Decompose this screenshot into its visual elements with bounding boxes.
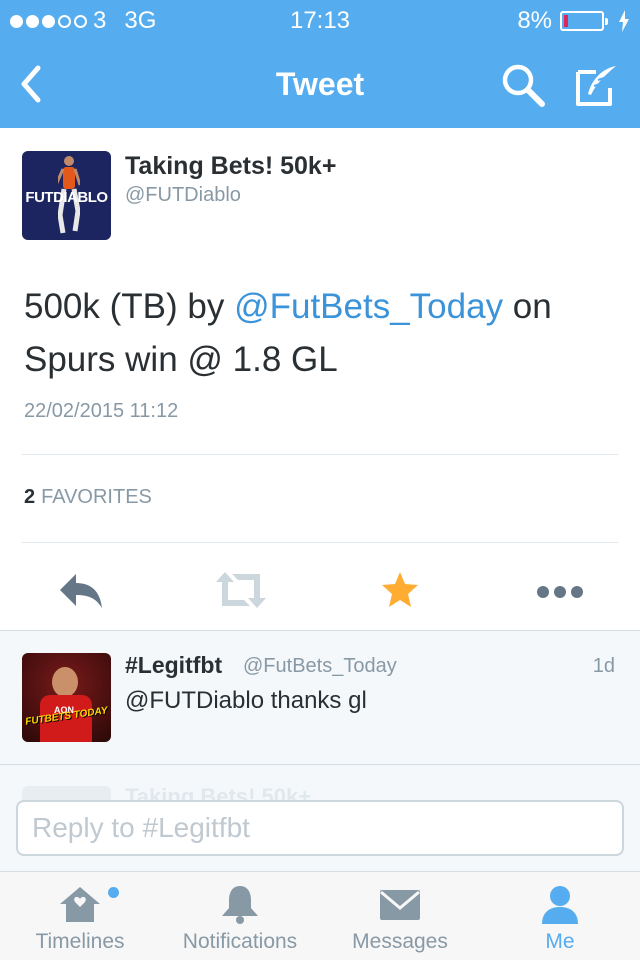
envelope-icon: [380, 890, 420, 920]
header: 3 3G 17:13 8% Tweet: [0, 0, 640, 128]
reply-text: @FUTDiablo thanks gl: [125, 687, 367, 714]
more-icon: [537, 586, 583, 598]
tweet-text-start: 500k (TB) by: [24, 287, 235, 326]
favorites-label: FAVORITES: [41, 486, 152, 508]
battery-icon: [560, 11, 608, 31]
compose-icon[interactable]: [574, 62, 620, 108]
status-bar: 3 3G 17:13 8%: [0, 0, 640, 40]
reply-timestamp: 1d: [592, 655, 615, 677]
reply-avatar[interactable]: AON FUTBETS TODAY: [22, 653, 111, 742]
tab-me[interactable]: Me: [480, 872, 640, 960]
reply-author-name[interactable]: #Legitfbt: [125, 652, 222, 679]
author-name[interactable]: Taking Bets! 50k+: [125, 152, 336, 181]
star-icon: [382, 572, 418, 607]
divider: [22, 454, 618, 455]
person-icon: [542, 886, 578, 924]
author-handle[interactable]: @FUTDiablo: [125, 184, 241, 207]
reply-input[interactable]: [16, 800, 624, 856]
status-right: 8%: [517, 7, 630, 35]
tweet-text: 500k (TB) by @FutBets_Today on Spurs win…: [24, 280, 614, 386]
retweet-icon: [216, 572, 266, 608]
tab-timelines[interactable]: Timelines: [0, 872, 160, 960]
favorites-count: 2: [24, 486, 36, 508]
tweet-timestamp: 22/02/2015 11:12: [24, 400, 179, 422]
avatar-brand-text: FUTDIABLO: [25, 189, 108, 206]
tab-label: Me: [545, 930, 575, 953]
divider: [0, 764, 640, 765]
tab-bar: Timelines Notifications Messages Me: [0, 871, 640, 960]
tweet-actions: [0, 560, 640, 620]
list-item: Taking Bets! 50k+: [0, 782, 640, 802]
charging-icon: [619, 10, 629, 32]
nav-bar: Tweet: [0, 40, 640, 128]
tab-messages[interactable]: Messages: [320, 872, 480, 960]
tab-label: Timelines: [35, 930, 125, 953]
favorite-button[interactable]: [379, 566, 421, 614]
tab-notifications[interactable]: Notifications: [160, 872, 320, 960]
tab-label: Messages: [352, 930, 448, 953]
divider: [22, 542, 618, 543]
tweet-mention-link[interactable]: @FutBets_Today: [234, 287, 503, 326]
favorites-summary[interactable]: 2 FAVORITES: [24, 486, 152, 509]
tab-label: Notifications: [182, 930, 298, 953]
bell-icon: [222, 886, 258, 924]
reply-button[interactable]: [58, 566, 104, 614]
unread-dot: [108, 887, 119, 898]
retweet-button[interactable]: [214, 566, 268, 614]
reply-author-handle[interactable]: @FutBets_Today: [243, 655, 397, 678]
more-button[interactable]: [535, 566, 585, 614]
battery-percent: 8%: [517, 7, 552, 34]
home-icon: [60, 887, 100, 922]
search-icon[interactable]: [500, 62, 546, 108]
reply-icon: [60, 574, 102, 608]
author-avatar[interactable]: FUTDIABLO: [22, 151, 111, 240]
